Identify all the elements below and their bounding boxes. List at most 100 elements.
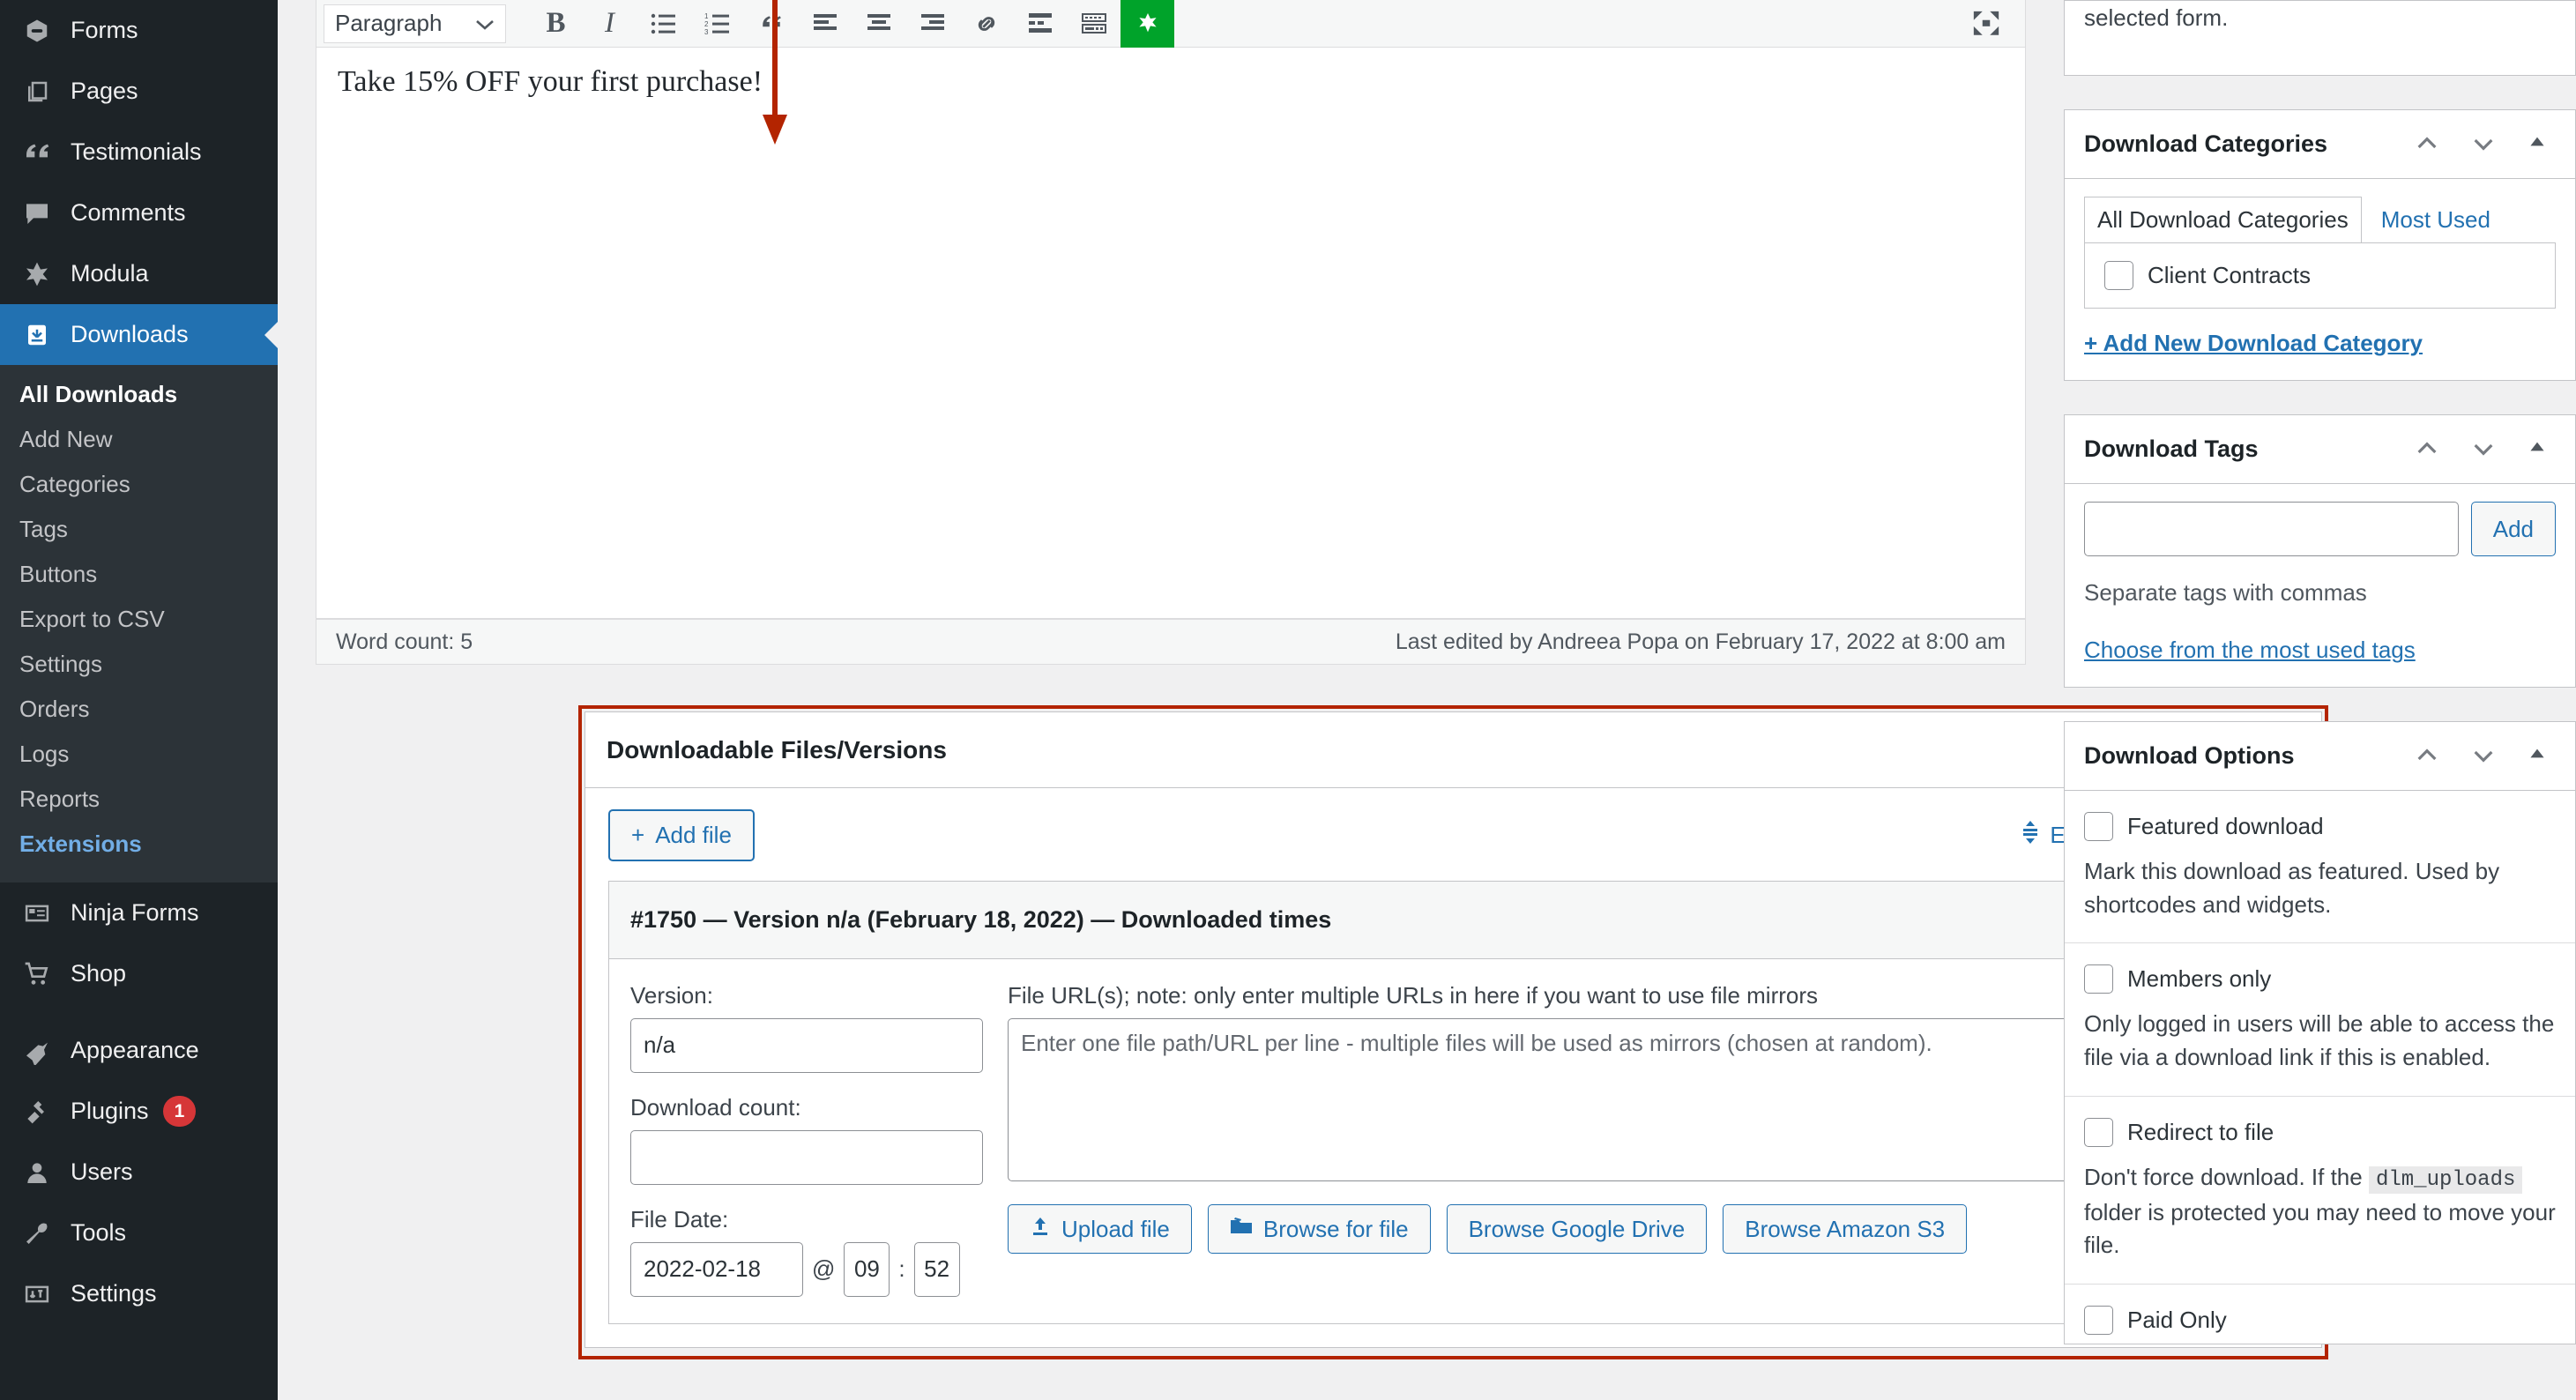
option-paid-only: Paid Only [2065,1285,2575,1344]
download-count-input[interactable] [630,1129,983,1185]
submenu-item-reports[interactable]: Reports [0,777,278,822]
last-edited-info: Last edited by Andreea Popa on February … [1395,629,2006,654]
sidebar-item-label: Settings [71,1280,157,1307]
ninja-forms-box-partial: selected form. [2064,0,2576,76]
sidebar-item-label: Appearance [71,1037,199,1063]
file-minute-input[interactable]: 52 [913,1241,960,1297]
file-hour-input[interactable]: 09 [844,1241,890,1297]
file-row-title: #1750 — Version n/a (February 18, 2022) … [630,905,1332,933]
file-row: #1750 — Version n/a (February 18, 2022) … [608,880,2298,1324]
toggle-panel-icon[interactable] [2526,130,2556,160]
sidebar-item-forms[interactable]: Forms [0,0,278,61]
submenu-item-all-downloads[interactable]: All Downloads [0,372,278,417]
numbered-list-button[interactable]: 123 [690,0,744,48]
bulleted-list-button[interactable] [637,0,690,48]
insert-link-button[interactable] [959,0,1013,48]
sidebar-item-label: Plugins [71,1098,149,1124]
file-row-header[interactable]: #1750 — Version n/a (February 18, 2022) … [609,881,2297,959]
tab-most-used[interactable]: Most Used [2361,197,2503,242]
sidebar-item-settings[interactable]: Settings [0,1263,278,1324]
redirect-to-file-checkbox[interactable] [2084,1117,2113,1147]
paid-only-checkbox[interactable] [2084,1305,2113,1335]
align-left-button[interactable] [798,0,852,48]
category-label: Client Contracts [2148,262,2311,288]
category-checkbox[interactable] [2104,261,2133,290]
tag-entry-row: Add [2084,502,2556,556]
toolbar-toggle-button[interactable] [1067,0,1120,48]
download-options-box: Download Options Featured download Mark … [2064,721,2576,1344]
featured-download-checkbox[interactable] [2084,812,2113,841]
tools-icon [19,1219,55,1247]
pages-icon [19,78,55,105]
sidebar-item-pages[interactable]: Pages [0,61,278,122]
members-only-checkbox[interactable] [2084,964,2113,994]
tag-input[interactable] [2084,502,2459,556]
sidebar-item-shop[interactable]: Shop [0,943,278,1004]
move-down-icon[interactable] [2469,435,2499,465]
browse-amazon-s3-button[interactable]: Browse Amazon S3 [1723,1203,1968,1254]
align-center-button[interactable] [852,0,905,48]
bold-button[interactable]: B [529,0,583,48]
submenu-item-extensions[interactable]: Extensions [0,822,278,867]
tab-all-download-categories[interactable]: All Download Categories [2084,197,2362,242]
sidebar-item-downloads[interactable]: Downloads [0,304,279,365]
move-up-icon[interactable] [2413,741,2443,771]
move-down-icon[interactable] [2469,741,2499,771]
version-input[interactable]: n/a [630,1017,983,1073]
submenu-item-settings[interactable]: Settings [0,642,278,687]
ninja-forms-insert-button[interactable] [1120,0,1174,48]
sidebar-item-modula[interactable]: Modula [0,243,278,304]
submenu-item-categories[interactable]: Categories [0,462,278,507]
fullscreen-icon[interactable] [1959,0,2013,48]
add-tag-button[interactable]: Add [2470,502,2556,556]
download-tags-body: Add Separate tags with commas Choose fro… [2065,484,2575,687]
browse-google-drive-button[interactable]: Browse Google Drive [1446,1203,1708,1254]
box-title: Download Tags [2084,436,2259,462]
upload-icon [1030,1215,1051,1244]
submenu-item-buttons[interactable]: Buttons [0,552,278,597]
members-only-row[interactable]: Members only [2084,964,2556,994]
choose-most-used-tags-link[interactable]: Choose from the most used tags [2084,637,2416,664]
forms-icon [19,18,55,44]
format-select-value: Paragraph [335,10,443,36]
file-date-input[interactable]: 2022-02-18 [630,1241,803,1297]
submenu-item-tags[interactable]: Tags [0,507,278,552]
featured-download-description: Mark this download as featured. Used by … [2084,858,2500,918]
svg-text:1: 1 [704,12,709,20]
version-label: Version: [630,981,713,1009]
italic-button[interactable]: I [583,0,637,48]
sidebar-item-comments[interactable]: Comments [0,182,278,243]
category-item[interactable]: Client Contracts [2104,261,2535,290]
submenu-item-add-new[interactable]: Add New [0,417,278,462]
move-up-icon[interactable] [2413,435,2443,465]
toggle-panel-icon[interactable] [2526,741,2556,771]
toggle-panel-icon[interactable] [2526,435,2556,465]
sidebar-item-tools[interactable]: Tools [0,1203,278,1263]
sidebar-item-testimonials[interactable]: Testimonials [0,122,278,182]
editor-canvas[interactable]: Take 15% OFF your first purchase! [316,0,2026,619]
submenu-item-logs[interactable]: Logs [0,732,278,777]
redirect-to-file-row[interactable]: Redirect to file [2084,1117,2556,1147]
align-right-button[interactable] [905,0,959,48]
upload-file-button[interactable]: Upload file [1008,1203,1192,1254]
submenu-item-orders[interactable]: Orders [0,687,278,732]
sidebar-item-appearance[interactable]: Appearance [0,1020,278,1081]
paragraph-format-select[interactable]: Paragraph [324,4,506,43]
featured-download-row[interactable]: Featured download [2084,812,2556,841]
add-new-download-category-link[interactable]: + Add New Download Category [2084,330,2423,357]
move-up-icon[interactable] [2413,130,2443,160]
sidebar-item-users[interactable]: Users [0,1142,278,1203]
add-file-label: Add file [655,822,732,848]
ninja-forms-helper-text: selected form. [2084,4,2229,31]
browse-for-file-button[interactable]: Browse for file [1207,1203,1431,1254]
add-file-button[interactable]: + Add file [608,809,755,861]
sidebar-item-ninja-forms[interactable]: Ninja Forms [0,882,278,943]
move-down-icon[interactable] [2469,130,2499,160]
paid-only-row[interactable]: Paid Only [2084,1305,2556,1335]
read-more-button[interactable] [1013,0,1067,48]
editor-side-column: selected form. Download Categories All D… [2064,0,2576,1400]
submenu-item-export-to-csv[interactable]: Export to CSV [0,597,278,642]
sidebar-item-plugins[interactable]: Plugins 1 [0,1081,278,1142]
option-members-only: Members only Only logged in users will b… [2065,943,2575,1097]
word-count: Word count: 5 [336,629,473,654]
